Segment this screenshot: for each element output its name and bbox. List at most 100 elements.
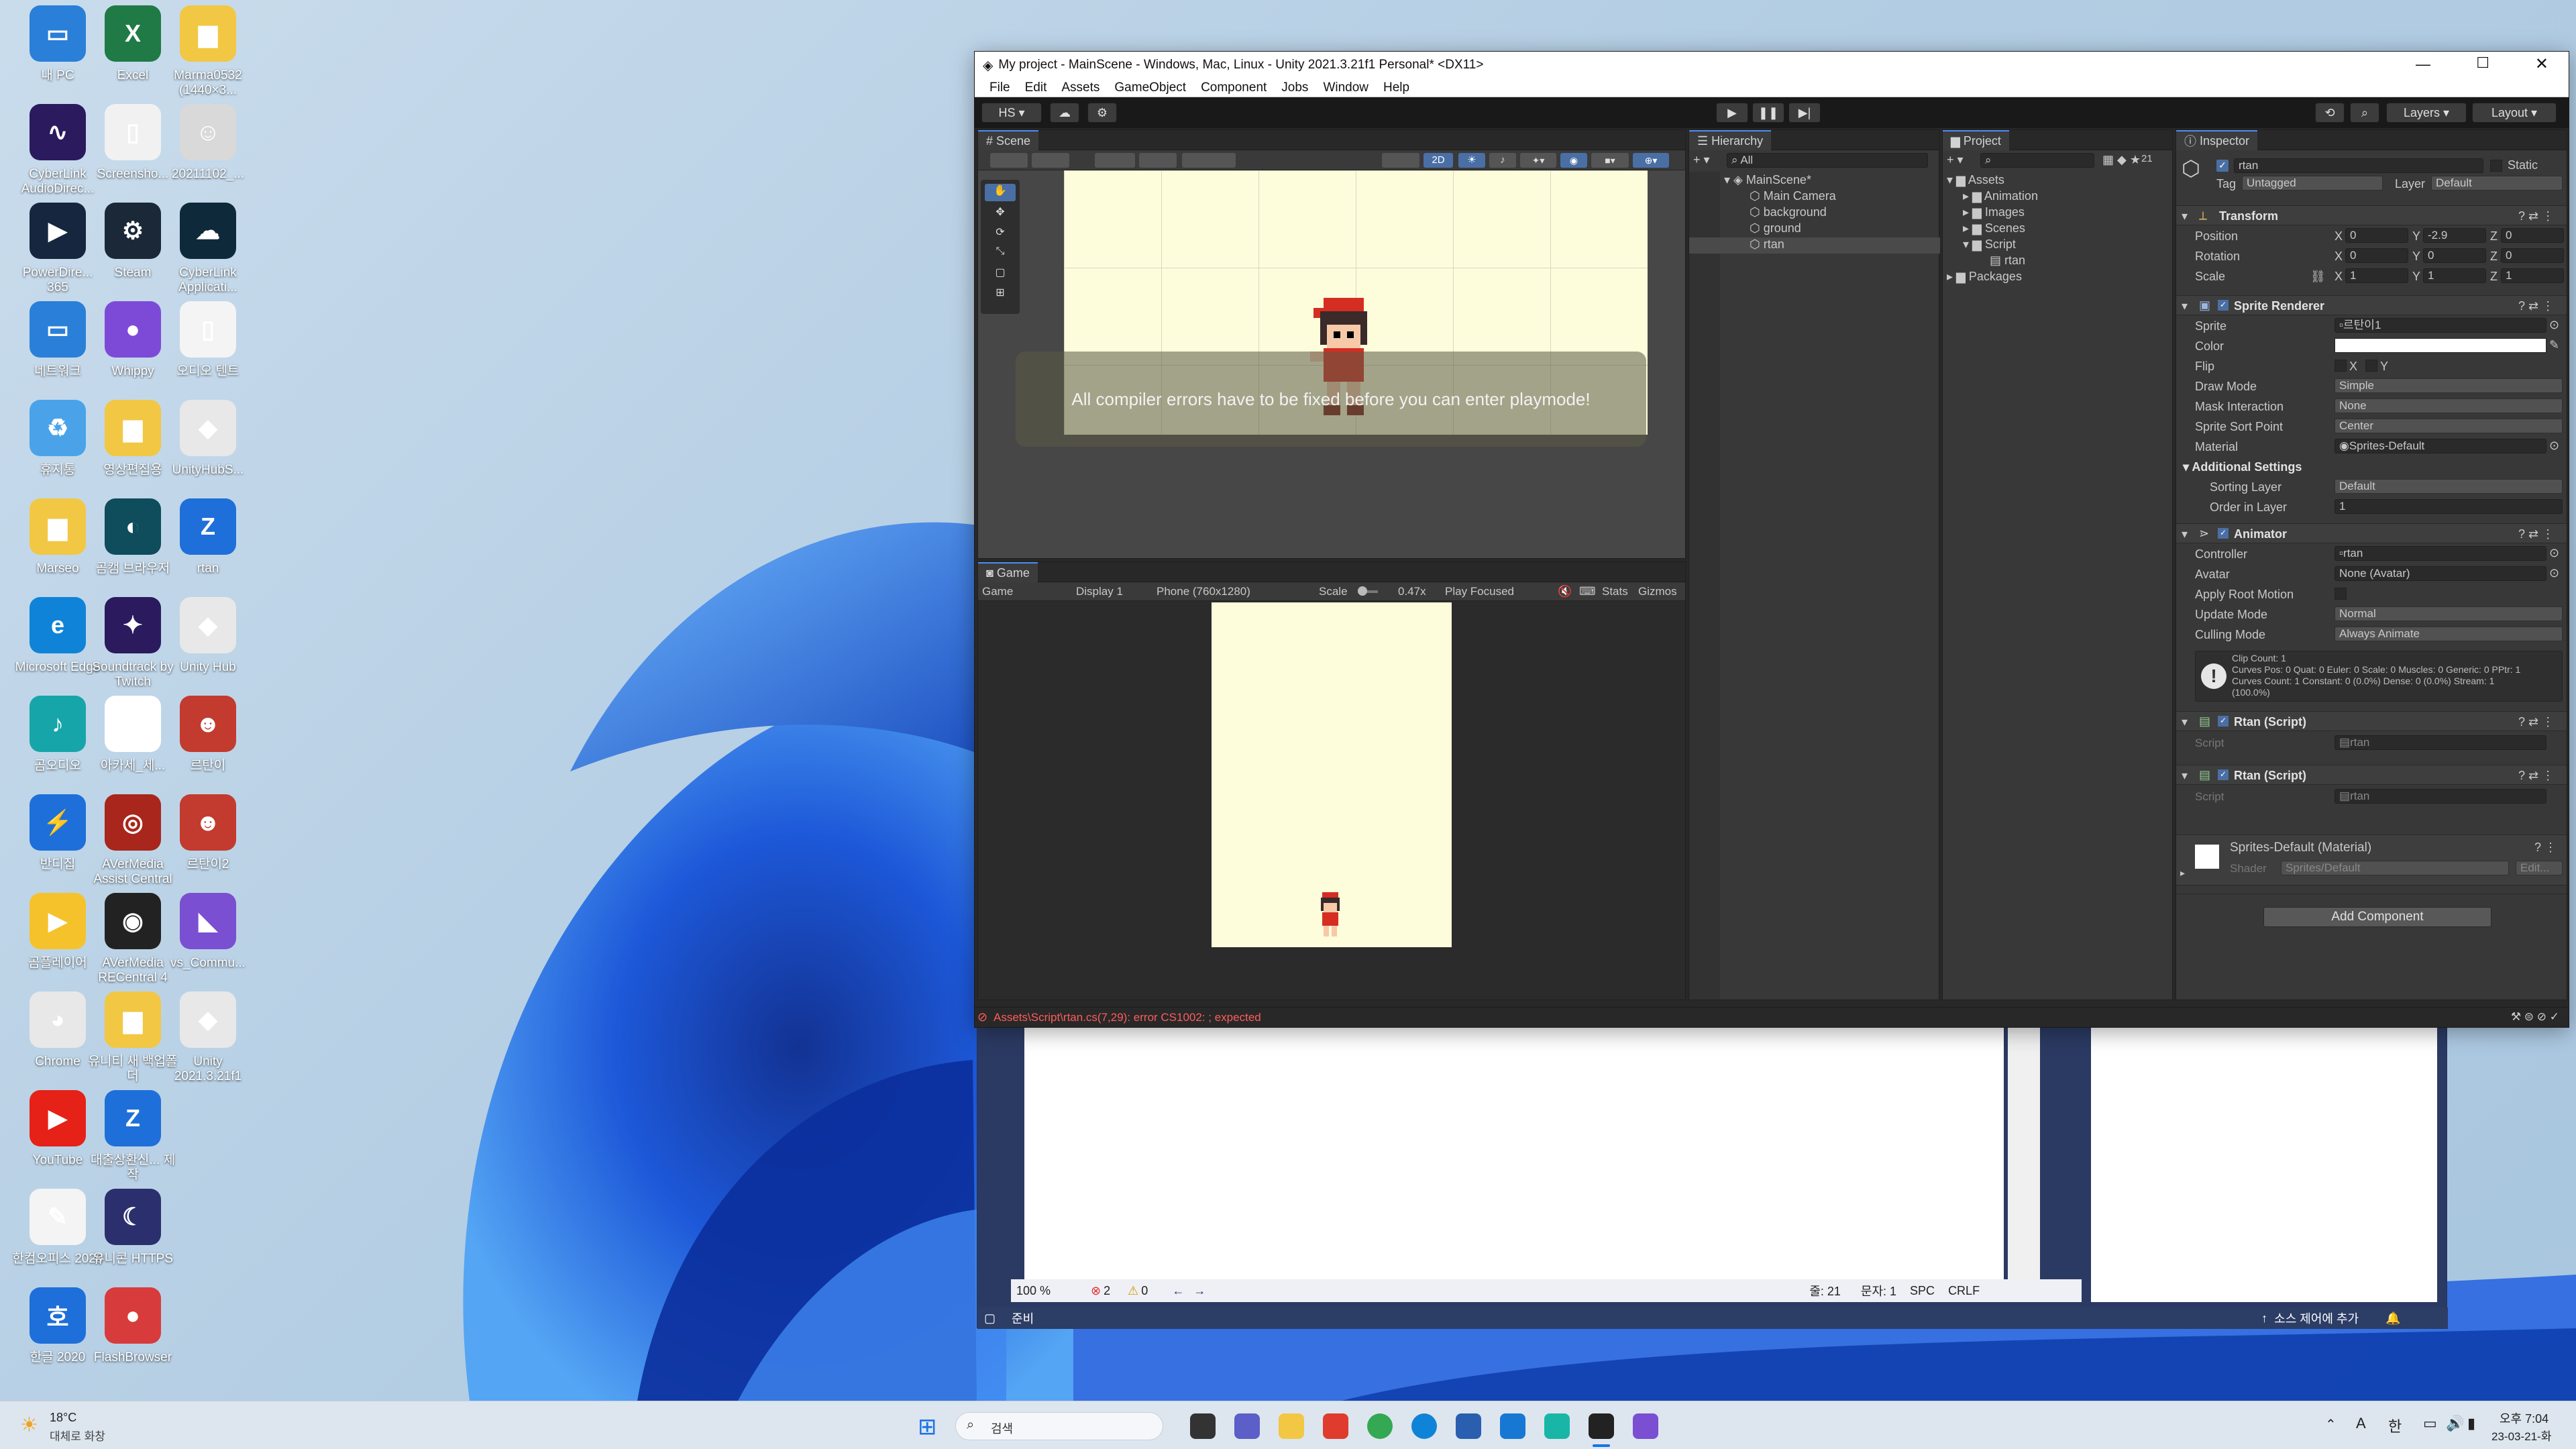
transform-y-input[interactable]: 0 [2423, 248, 2486, 263]
material-section[interactable]: Sprites-Default (Material) ? ⋮ Shader Sp… [2176, 835, 2567, 885]
code-editor[interactable] [1024, 1020, 2004, 1279]
project-folder[interactable]: ▸ ▆ Animation [1963, 189, 2038, 203]
battery-icon[interactable]: ▮ [2467, 1415, 2475, 1432]
packages-folder[interactable]: ▸ ▆ Packages [1947, 270, 2022, 284]
script-enabled-checkbox[interactable]: ✓ [2218, 769, 2229, 780]
play-icon[interactable]: ▶ [1716, 103, 1748, 123]
lighting-toggle-icon[interactable]: ☀ [1458, 153, 1485, 168]
task-view-icon[interactable] [1190, 1413, 1216, 1439]
visual-studio-window[interactable]: 100 % ⊗ 2 ⚠ 0 ← → 줄: 21 문자: 1 SPC CRLF ▢… [977, 1020, 2448, 1329]
gizmos-button[interactable]: Gizmos [1638, 585, 1677, 598]
edit-shader-button[interactable]: Edit... [2516, 861, 2563, 875]
line-ending[interactable]: CRLF [1948, 1284, 1980, 1298]
close-icon[interactable]: ✕ [2535, 54, 2548, 74]
component-menu-icon[interactable]: ? ⇄ ⋮ [2518, 769, 2554, 783]
foldout-arrow-icon[interactable]: ▾ [2182, 527, 2188, 541]
sorting-layer-dropdown[interactable]: Default [2334, 479, 2563, 494]
audio-toggle-icon[interactable]: ♪ [1489, 153, 1516, 168]
draw-mode-dropdown[interactable]: Simple [2334, 378, 2563, 393]
desktop-icon[interactable]: ◣ vs_Commu... [161, 893, 255, 987]
update-mode-dropdown[interactable]: Normal [2334, 606, 2563, 621]
stats-button[interactable]: Stats [1602, 585, 1628, 598]
static-checkbox[interactable] [2490, 160, 2502, 172]
desktop-icon[interactable]: ◆ UnityHubS... [161, 400, 255, 494]
menu-item[interactable]: Jobs [1281, 80, 1308, 95]
hierarchy-item[interactable]: ⬡ ground [1689, 221, 1940, 237]
transform-z-input[interactable]: 0 [2501, 228, 2564, 243]
menu-item[interactable]: Window [1323, 80, 1368, 95]
shortcuts-icon[interactable]: ⌨ [1579, 585, 1596, 598]
store-icon[interactable] [1456, 1413, 1481, 1439]
effects-dropdown-icon[interactable]: ✦▾ [1520, 153, 1556, 168]
transform-z-input[interactable]: 0 [2501, 248, 2564, 263]
grid-visibility-dropdown[interactable] [1139, 153, 1177, 168]
script-enabled-checkbox[interactable]: ✓ [2218, 716, 2229, 727]
layout-dropdown[interactable]: Layout ▾ [2472, 103, 2557, 123]
toggle-2d-button[interactable]: 2D [1424, 153, 1453, 168]
sprite-renderer-header[interactable]: ▾ ▣ ✓ Sprite Renderer ? ⇄ ⋮ [2176, 295, 2567, 315]
script-component-header[interactable]: ▾ ▤ ✓ Rtan (Script) ? ⇄ ⋮ [2176, 765, 2567, 785]
object-picker-icon[interactable]: ⊙ [2549, 566, 2559, 580]
game-viewport[interactable] [1212, 602, 1452, 947]
zoom-level[interactable]: 100 % [1016, 1284, 1051, 1298]
game-panel[interactable]: ◙ Game Game Display 1 Phone (760x1280) S… [977, 561, 1686, 1000]
scene-panel[interactable]: # Scene 2D ☀ ♪ ✦▾ ◉ ■▾ ⊕▾ ✋ ✥ ⟳ ⤡ ▢ ⊞ Al… [977, 129, 1686, 559]
scene-viewport[interactable]: ✋ ✥ ⟳ ⤡ ▢ ⊞ All compiler errors have to … [978, 170, 1685, 558]
foldout-arrow-icon[interactable]: ▾ [2182, 209, 2188, 223]
tab-project[interactable]: ▆ Project [1943, 130, 2009, 150]
scene-shading-dropdown[interactable] [1032, 153, 1069, 168]
eyedropper-icon[interactable]: ✎ [2549, 338, 2559, 352]
scene-root-item[interactable]: ▾ ◈ MainScene* [1724, 173, 1811, 187]
nav-back-icon[interactable]: ← [1172, 1284, 1184, 1298]
transform-x-input[interactable]: 0 [2345, 248, 2408, 263]
visual-studio-taskbar-icon[interactable] [1633, 1413, 1658, 1439]
color-swatch[interactable] [2334, 338, 2546, 353]
foldout-arrow-icon[interactable]: ▾ [2182, 769, 2188, 783]
menu-item[interactable]: Help [1383, 80, 1409, 95]
component-menu-icon[interactable]: ? ⇄ ⋮ [2518, 299, 2554, 313]
object-picker-icon[interactable]: ⊙ [2549, 439, 2559, 453]
mask-interaction-dropdown[interactable]: None [2334, 398, 2563, 413]
hierarchy-panel[interactable]: ☰ Hierarchy + ▾ ⌕ All ▾ ◈ MainScene* ⬡ M… [1688, 129, 1940, 1000]
avatar-field[interactable]: None (Avatar) [2334, 566, 2546, 581]
layers-dropdown[interactable]: Layers ▾ [2386, 103, 2467, 123]
cloud-icon[interactable]: ☁ [1050, 103, 1079, 123]
transform-y-input[interactable]: 1 [2423, 268, 2486, 283]
object-name-input[interactable]: rtan [2234, 158, 2483, 173]
mail-icon[interactable] [1500, 1413, 1525, 1439]
menu-item[interactable]: Edit [1025, 80, 1047, 95]
transform-y-input[interactable]: -2.9 [2423, 228, 2486, 243]
visibility-toggle-icon[interactable]: ◉ [1560, 153, 1587, 168]
menu-item[interactable]: Assets [1061, 80, 1099, 95]
hierarchy-search-input[interactable]: ⌕ All [1727, 153, 1928, 168]
weather-desc[interactable]: 대체로 화창 [50, 1427, 105, 1444]
menu-item[interactable]: Component [1201, 80, 1267, 95]
error-icon[interactable]: ⊗ [1091, 1284, 1101, 1298]
desktop-icon[interactable]: Zrtan [161, 498, 255, 592]
scene-draw-mode[interactable] [990, 153, 1028, 168]
increment-snap-dropdown[interactable] [1182, 153, 1236, 168]
sprite-renderer-enabled-checkbox[interactable]: ✓ [2218, 300, 2229, 311]
rect-tool-icon[interactable]: ▢ [985, 266, 1016, 282]
pause-icon[interactable]: ❚❚ [1752, 103, 1784, 123]
camera-dropdown-icon[interactable]: ■▾ [1591, 153, 1629, 168]
tray-overflow-icon[interactable]: ⌃ [2325, 1416, 2337, 1433]
transform-header[interactable]: ▾ ⟂ Transform ? ⇄ ⋮ [2176, 205, 2567, 225]
foldout-arrow-icon[interactable]: ▸ [2180, 867, 2185, 879]
hierarchy-item[interactable]: ⬡ rtan [1689, 237, 1940, 254]
menu-item[interactable]: File [989, 80, 1010, 95]
tab-scene[interactable]: # Scene [978, 130, 1039, 150]
console-error-message[interactable]: Assets\Script\rtan.cs(7,29): error CS100… [994, 1011, 1261, 1024]
add-source-control[interactable]: 소스 제어에 추가 [2274, 1309, 2359, 1327]
hand-tool-icon[interactable]: ✋ [985, 184, 1016, 201]
desktop-icon[interactable]: ☺ 20211102_... [161, 104, 255, 198]
assets-folder[interactable]: ▾ ▆ Assets [1947, 173, 2004, 187]
display-dropdown[interactable]: Display 1 [1076, 585, 1123, 598]
project-folder[interactable]: ▸ ▆ Scenes [1963, 221, 2025, 235]
project-add-button[interactable]: + ▾ [1947, 153, 1974, 167]
project-folder[interactable]: ▸ ▆ Images [1963, 205, 2025, 219]
notification-bell-icon[interactable]: 🔔 [2385, 1311, 2400, 1326]
sprite-field[interactable]: ▫르탄이1 [2334, 318, 2546, 333]
search-icon[interactable]: ⌕ [2350, 103, 2379, 123]
transform-x-input[interactable]: 1 [2345, 268, 2408, 283]
